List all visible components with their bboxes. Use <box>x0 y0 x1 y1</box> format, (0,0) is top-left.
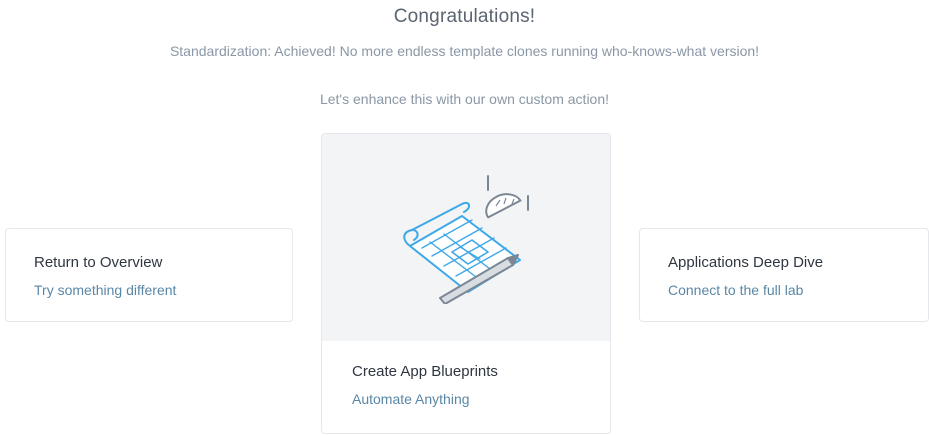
card-subtitle: Connect to the full lab <box>668 282 804 298</box>
card-title: Applications Deep Dive <box>668 254 824 271</box>
applications-deep-dive-card[interactable]: Applications Deep Dive Connect to the fu… <box>639 228 929 322</box>
card-subtitle: Try something different <box>34 282 177 298</box>
card-title: Return to Overview <box>34 254 163 271</box>
card-subtitle: Automate Anything <box>352 391 470 407</box>
page-title: Congratulations! <box>393 6 536 27</box>
page: Congratulations! Standardization: Achiev… <box>0 0 929 435</box>
success-message: Standardization: Achieved! No more endle… <box>169 43 760 59</box>
return-to-overview-card[interactable]: Return to Overview Try something differe… <box>5 228 293 322</box>
create-app-blueprints-card[interactable]: Create App Blueprints Automate Anything <box>321 133 611 434</box>
card-illustration <box>322 134 610 341</box>
card-title: Create App Blueprints <box>352 363 498 380</box>
blueprint-icon <box>403 175 529 304</box>
next-step-prompt: Let's enhance this with our own custom a… <box>319 91 610 107</box>
